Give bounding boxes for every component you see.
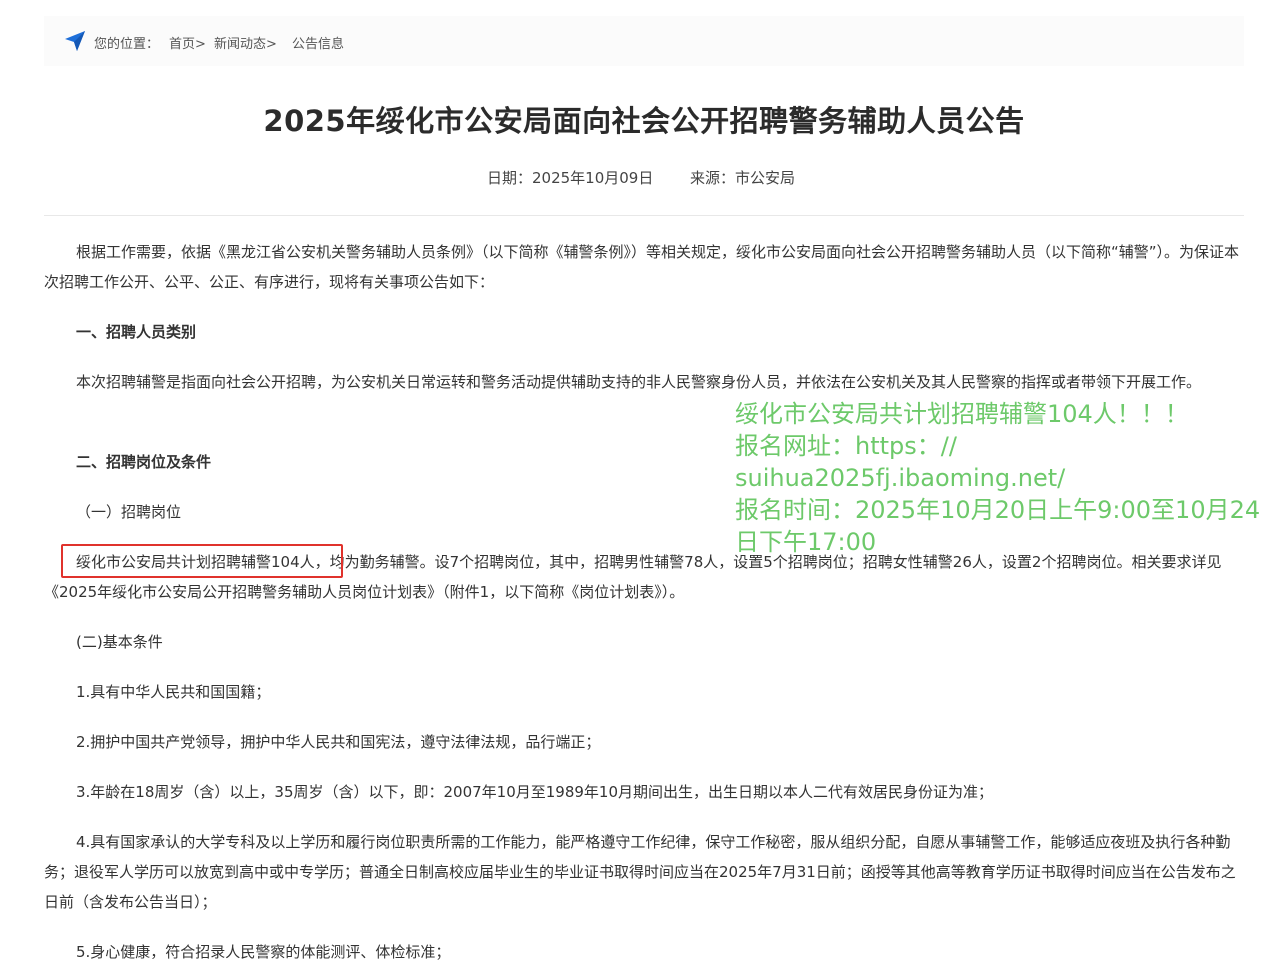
breadcrumb: 您的位置： 首页> 新闻动态> 公告信息 [44, 16, 1244, 66]
breadcrumb-news-link[interactable]: 新闻动态> [214, 33, 277, 52]
section-heading-1: 一、招聘人员类别 [76, 323, 197, 341]
highlight-box [61, 544, 343, 578]
breadcrumb-current-link[interactable]: 公告信息 [292, 33, 344, 52]
condition-item: 2.拥护中国共产党领导，拥护中华人民共和国宪法，遵守法律法规，品行端正； [76, 733, 601, 751]
overlay-line-time-end: 日下午17:00 [735, 528, 877, 556]
overlay-line-url-label: 报名网址：https：// [735, 432, 957, 460]
breadcrumb-location-label: 您的位置： [94, 37, 160, 52]
overlay-line-time: 报名时间：2025年10月20日上午9:00至10月24 [735, 496, 1261, 524]
condition-item: 5.身心健康，符合招录人民警察的体能测评、体检标准； [76, 943, 451, 961]
article-source: 来源：市公安局 [690, 169, 796, 187]
condition-item: 1.具有中华人民共和国国籍； [76, 683, 271, 701]
article-date: 日期：2025年10月09日 [487, 169, 654, 187]
navigation-arrow-icon [65, 31, 85, 51]
title-divider [44, 215, 1244, 216]
section-1-paragraph: 本次招聘辅警是指面向社会公开招聘，为公安机关日常运转和警务活动提供辅助支持的非人… [76, 373, 1202, 391]
subsection-heading-conditions: (二)基本条件 [76, 633, 163, 651]
article-title: 2025年绥化市公安局面向社会公开招聘警务辅助人员公告 [263, 104, 1025, 138]
condition-item: 3.年龄在18周岁（含）以上，35周岁（含）以下，即：2007年10月至1989… [76, 783, 994, 801]
overlay-line-headline: 绥化市公安局共计划招聘辅警104人！！！ [735, 400, 1189, 428]
intro-paragraph: 根据工作需要，依据《黑龙江省公安机关警务辅助人员条例》（以下简称《辅警条例》）等… [44, 243, 1240, 291]
overlay-line-url: suihua2025fj.ibaoming.net/ [735, 464, 1066, 492]
condition-item: 4.具有国家承认的大学专科及以上学历和履行岗位职责所需的工作能力，能严格遵守工作… [44, 833, 1236, 911]
breadcrumb-home-link[interactable]: 首页> [169, 33, 206, 52]
overlay-annotation: 绥化市公安局共计划招聘辅警104人！！！ 报名网址：https：// suihu… [735, 398, 1261, 558]
